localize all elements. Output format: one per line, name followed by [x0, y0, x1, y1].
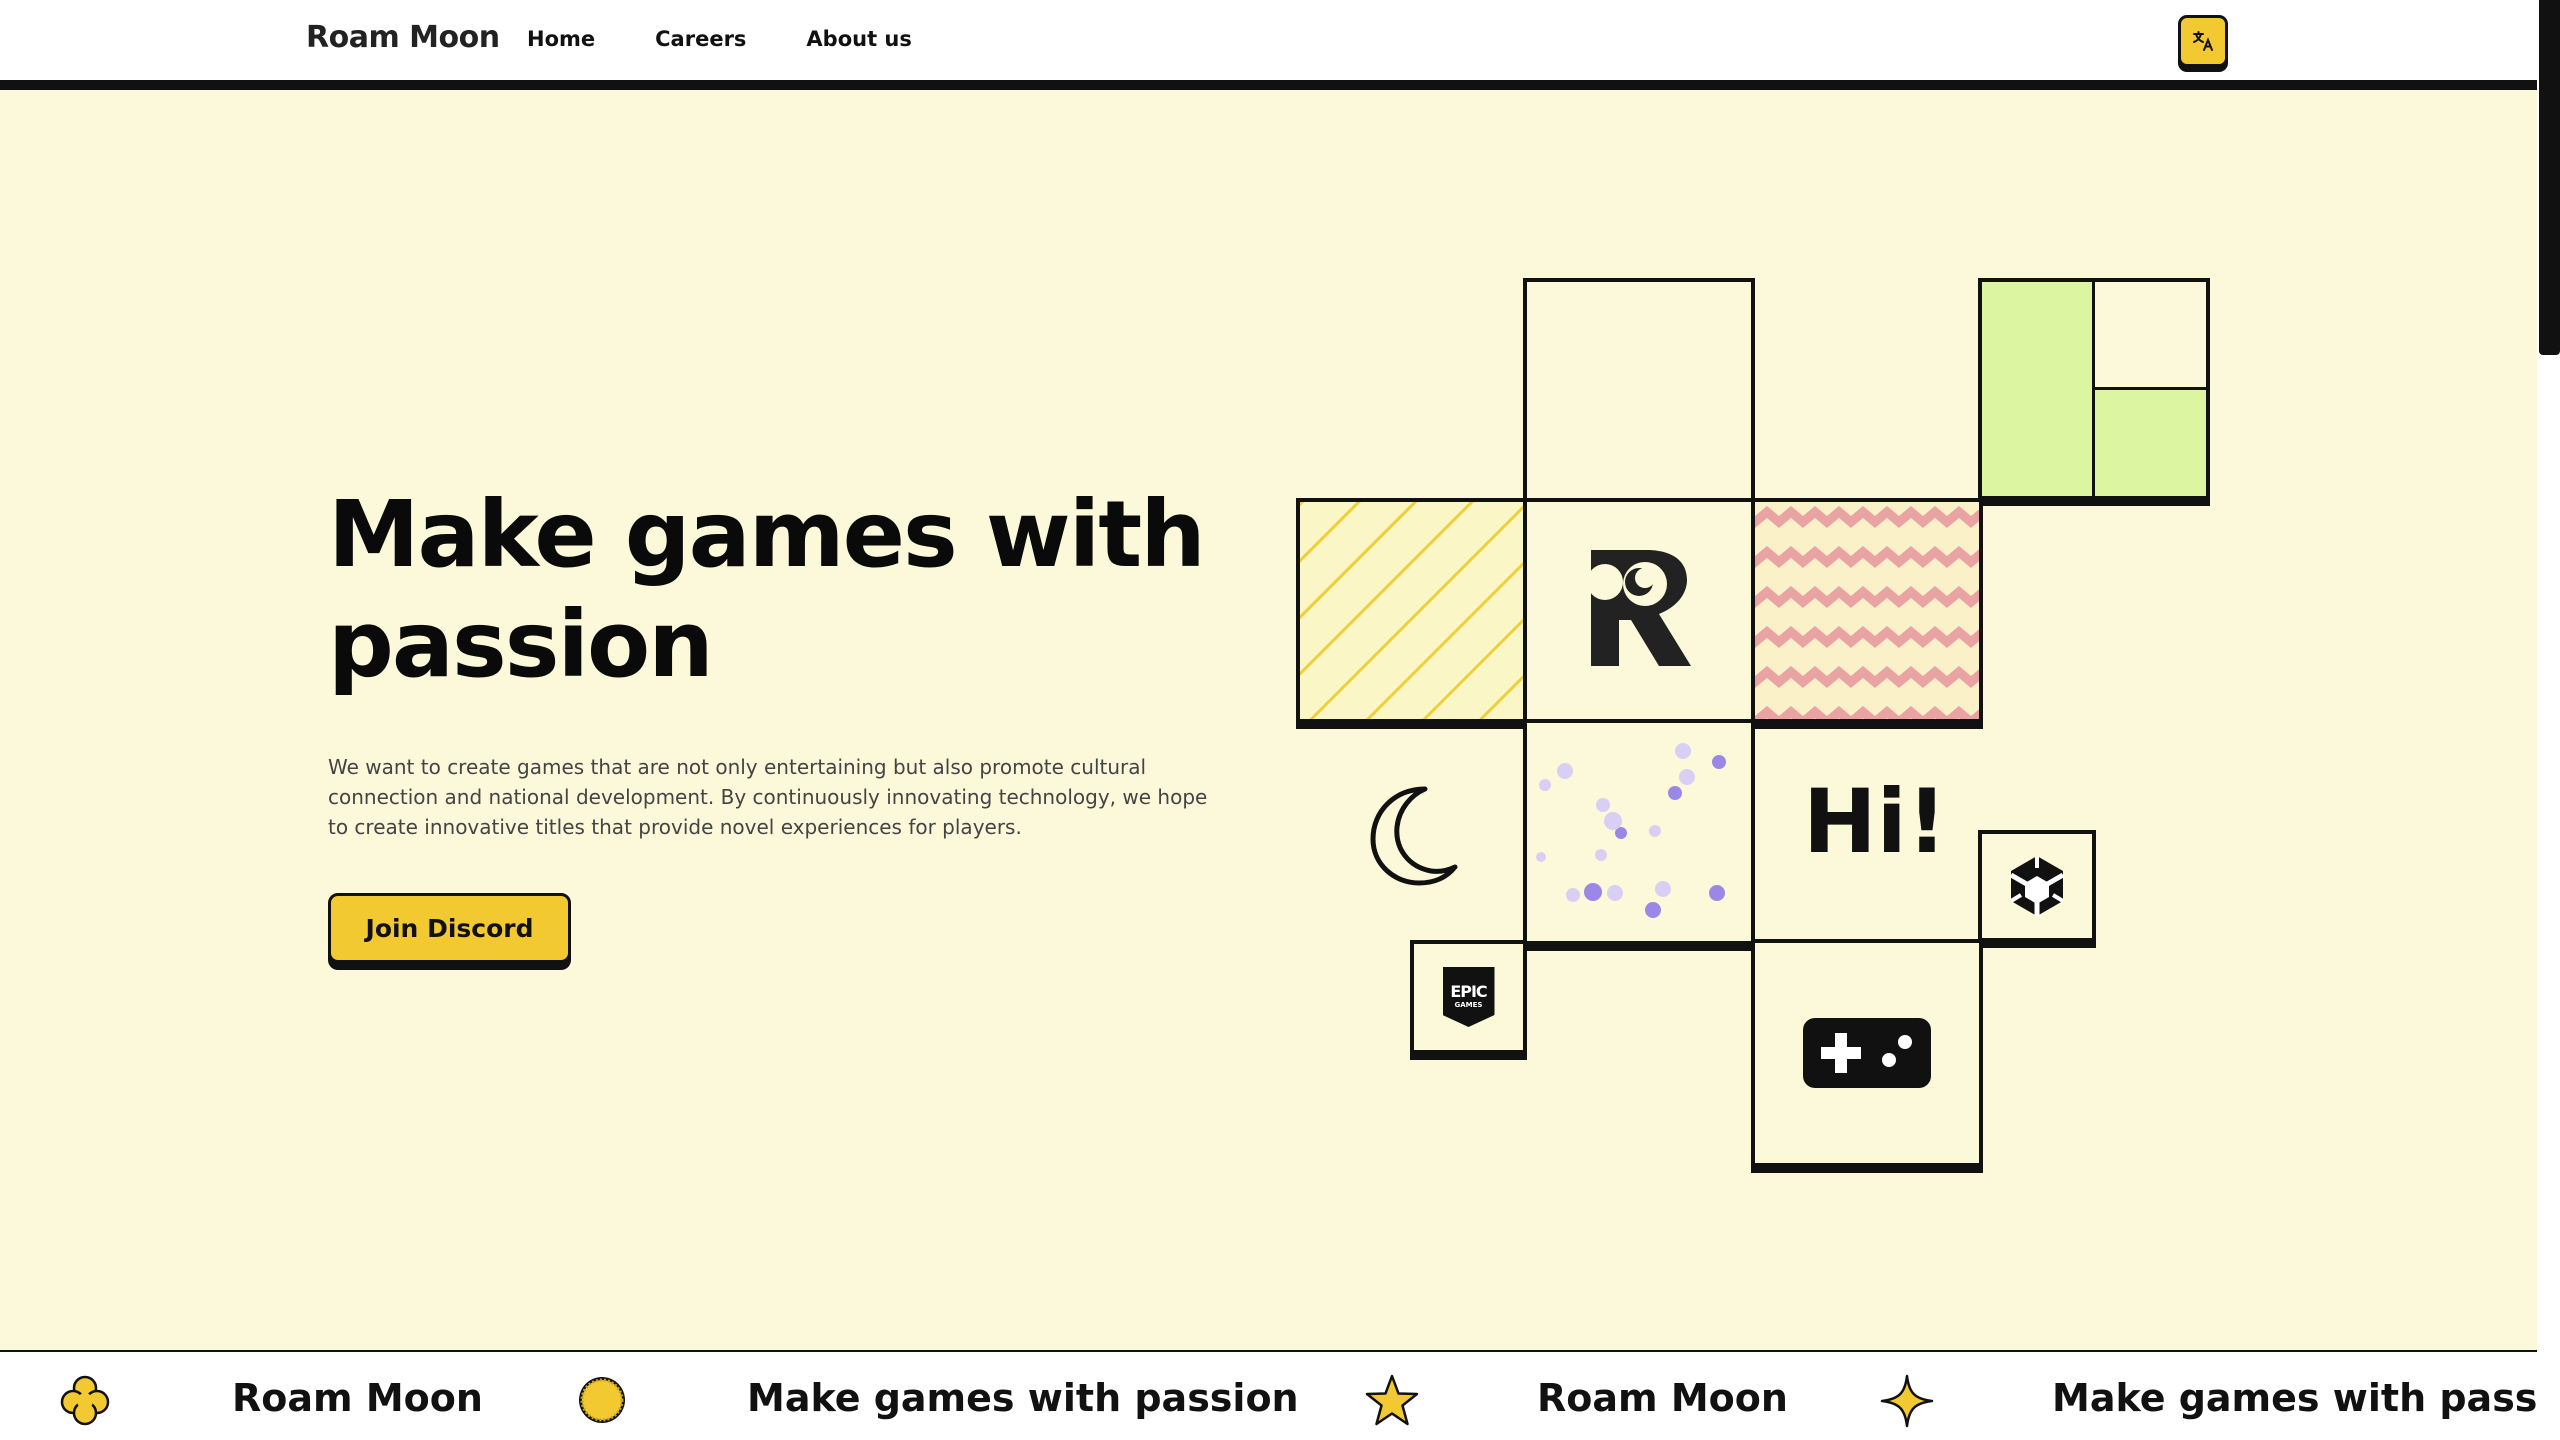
marquee-text: Roam Moon [232, 1376, 483, 1420]
gamepad-icon [1803, 1018, 1931, 1088]
hero-section: Make games with passion We want to creat… [0, 90, 2537, 1352]
main-nav: Home Careers About us [527, 27, 912, 51]
epic-games-logo-bottom: GAMES [1454, 1001, 1483, 1009]
language-button[interactable] [2178, 15, 2228, 67]
sun-icon [579, 1377, 625, 1423]
grid-cell-striped [1296, 498, 1527, 723]
star-icon [1365, 1374, 1419, 1426]
translate-icon [2193, 31, 2213, 51]
nav-about-us[interactable]: About us [806, 27, 911, 51]
diagonal-stripes-pattern [1300, 502, 1523, 719]
grid-cell-brand-mark [1523, 498, 1755, 723]
epic-games-icon: EPIC GAMES [1442, 967, 1495, 1027]
hero-title-line2: passion [328, 591, 714, 698]
particles-decoration [1536, 743, 1726, 918]
marquee-text: Roam Moon [1537, 1376, 1788, 1420]
roam-moon-r-icon [1587, 550, 1691, 666]
zigzag-pattern [1755, 502, 1979, 719]
grid-cell-unity[interactable] [1978, 830, 2096, 942]
grid-cell-particles [1523, 719, 1755, 945]
marquee-banner: Roam Moon Make games with passion Roam M… [0, 1350, 2537, 1440]
scrollbar-thumb[interactable] [2539, 0, 2560, 355]
hi-text: Hi! [1803, 770, 1947, 873]
clover-icon [60, 1375, 110, 1426]
brand-logo[interactable]: Roam Moon [306, 20, 500, 55]
grid-cell-epic-games[interactable]: EPIC GAMES [1410, 940, 1527, 1054]
sparkle-icon [1880, 1374, 1934, 1428]
unity-icon [2009, 856, 2065, 916]
marquee-text: Make games with passio [2052, 1376, 2537, 1420]
nav-careers[interactable]: Careers [655, 27, 746, 51]
grid-cell-lime [1978, 278, 2210, 500]
join-discord-button[interactable]: Join Discord [328, 893, 571, 963]
grid-cell-zigzag [1751, 498, 1983, 723]
marquee-text: Make games with passion [747, 1376, 1299, 1420]
hero-title: Make games with passion [328, 480, 1228, 700]
lime-block-white [2092, 282, 2206, 390]
lime-block-divider [2092, 390, 2095, 496]
crescent-moon-icon [1370, 786, 1458, 886]
hero-title-line1: Make games with [328, 481, 1206, 588]
page-scrollbar[interactable] [2537, 0, 2560, 1440]
grid-cell-empty [1523, 278, 1755, 502]
hero-description: We want to create games that are not onl… [328, 755, 1208, 839]
grid-cell-gamepad[interactable] [1751, 939, 1983, 1167]
nav-home[interactable]: Home [527, 27, 595, 51]
epic-games-logo-top: EPIC [1450, 982, 1487, 1001]
site-header: Roam Moon Home Careers About us [0, 0, 2537, 90]
